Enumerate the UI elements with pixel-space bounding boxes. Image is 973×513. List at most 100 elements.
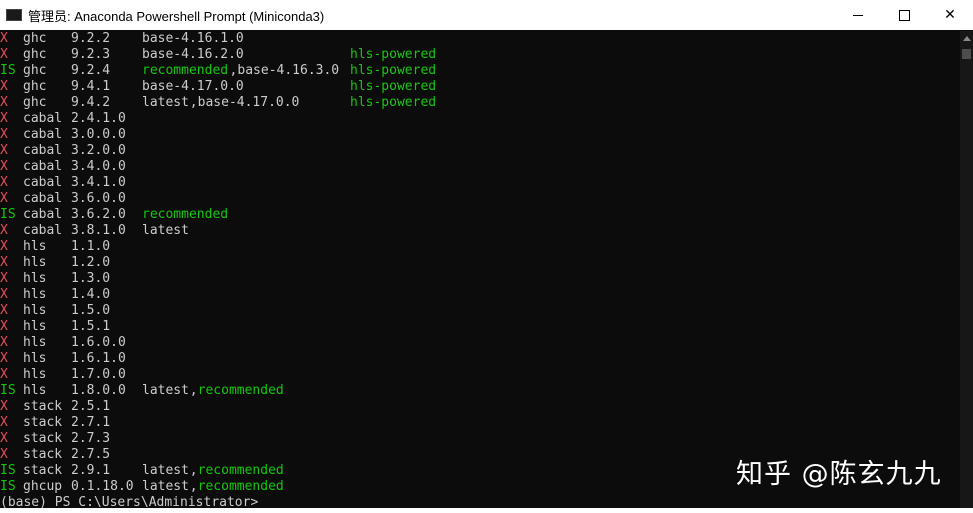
tool-version: 1.1.0 — [71, 239, 111, 254]
tool-name: hls — [23, 239, 47, 254]
tool-version: 9.4.2 — [71, 95, 111, 110]
tool-version: 3.0.0.0 — [71, 127, 126, 142]
install-status-mark: X — [0, 287, 8, 302]
tool-name: ghcup — [23, 479, 63, 494]
tool-name: hls — [23, 271, 47, 286]
terminal-line: Xghc 9.2.2 base-4.16.1.0 — [0, 31, 960, 47]
close-icon: ✕ — [944, 7, 956, 23]
tool-name: hls — [23, 383, 47, 398]
terminal-line: Xhls 1.5.1 — [0, 319, 960, 335]
version-tag: recommended — [197, 479, 284, 494]
terminal-output[interactable]: Xghc 9.2.2 base-4.16.1.0 Xghc 9.2.3 base-4.16… — [0, 31, 960, 513]
tool-version: 3.4.0.0 — [71, 159, 126, 174]
tool-version: 1.7.0.0 — [71, 367, 126, 382]
install-status-mark: X — [0, 351, 8, 366]
tool-version: 2.7.1 — [71, 415, 111, 430]
vertical-scrollbar[interactable] — [960, 31, 973, 513]
scroll-up-arrow-icon[interactable] — [963, 36, 971, 41]
tool-version: 1.2.0 — [71, 255, 111, 270]
tool-version: 1.4.0 — [71, 287, 111, 302]
close-button[interactable]: ✕ — [927, 0, 973, 30]
tool-name: cabal — [23, 111, 63, 126]
minimize-button[interactable] — [835, 0, 881, 30]
terminal-line: Xcabal 2.4.1.0 — [0, 111, 960, 127]
install-status-mark: X — [0, 127, 8, 142]
terminal-line: Xghc 9.4.2 latest, base-4.17.0.0 hls-powered — [0, 95, 960, 111]
version-tag: recommended — [142, 63, 229, 78]
version-tag: , — [189, 95, 198, 110]
tool-version: 1.5.0 — [71, 303, 111, 318]
tool-version: 1.6.1.0 — [71, 351, 126, 366]
tool-name: ghc — [23, 47, 47, 62]
tool-version: 2.7.5 — [71, 447, 111, 462]
tool-name: hls — [23, 303, 47, 318]
tool-name: ghc — [23, 31, 47, 46]
install-status-mark: X — [0, 143, 8, 158]
tool-name: cabal — [23, 159, 63, 174]
hls-powered-label: hls-powered — [350, 63, 437, 78]
tool-name: hls — [23, 287, 47, 302]
title-bar[interactable]: 管理员: Anaconda Powershell Prompt (Minicon… — [0, 0, 973, 30]
maximize-icon — [898, 9, 910, 21]
tool-version: 3.6.2.0 — [71, 207, 126, 222]
install-status-mark: X — [0, 79, 8, 94]
tool-name: cabal — [23, 223, 63, 238]
tool-name: stack — [23, 399, 63, 414]
tool-version: 2.7.3 — [71, 431, 111, 446]
version-tag: base-4.16.3.0 — [237, 63, 340, 78]
terminal-line: IS cabal 3.6.2.0 recommended — [0, 207, 960, 223]
terminal-line: Xstack 2.7.3 — [0, 431, 960, 447]
tool-name: ghc — [23, 63, 47, 78]
version-tag: , — [189, 383, 198, 398]
install-status-mark: IS — [0, 479, 16, 494]
terminal-line: Xhls 1.3.0 — [0, 271, 960, 287]
terminal-line: Xhls 1.1.0 — [0, 239, 960, 255]
terminal-window: 管理员: Anaconda Powershell Prompt (Minicon… — [0, 0, 973, 513]
install-status-mark: X — [0, 415, 8, 430]
terminal-line: IS ghc 9.2.4 recommended, base-4.16.3.0 hls-p… — [0, 63, 960, 79]
tool-name: hls — [23, 351, 47, 366]
tool-version: 3.2.0.0 — [71, 143, 126, 158]
version-tag: base-4.16.2.0 — [142, 47, 244, 62]
version-tag: latest — [142, 479, 189, 494]
tool-name: cabal — [23, 191, 63, 206]
tool-name: hls — [23, 367, 47, 382]
terminal-line: IS hls 1.8.0.0 latest, recommended — [0, 383, 960, 399]
tool-name: hls — [23, 255, 47, 270]
tool-name: stack — [23, 431, 63, 446]
bottom-strip — [0, 508, 973, 513]
install-status-mark: X — [0, 319, 8, 334]
version-tag: , — [189, 463, 198, 478]
terminal-line: Xstack 2.5.1 — [0, 399, 960, 415]
version-tag: base-4.17.0.0 — [142, 79, 244, 94]
terminal-line: Xcabal 3.4.1.0 — [0, 175, 960, 191]
version-tag: recommended — [197, 383, 284, 398]
tool-name: cabal — [23, 143, 63, 158]
version-tag: latest — [142, 463, 189, 478]
scrollbar-thumb[interactable] — [962, 49, 971, 59]
maximize-button[interactable] — [881, 0, 927, 30]
tool-name: stack — [23, 447, 63, 462]
terminal-line: Xcabal 3.2.0.0 — [0, 143, 960, 159]
install-status-mark: X — [0, 255, 8, 270]
tool-name: cabal — [23, 175, 63, 190]
tool-version: 3.6.0.0 — [71, 191, 126, 206]
install-status-mark: X — [0, 31, 8, 46]
tool-name: cabal — [23, 127, 63, 142]
install-status-mark: IS — [0, 63, 16, 78]
tool-version: 9.2.3 — [71, 47, 111, 62]
tool-version: 9.2.2 — [71, 31, 111, 46]
terminal-line: Xhls 1.5.0 — [0, 303, 960, 319]
tool-version: 1.8.0.0 — [71, 383, 126, 398]
install-status-mark: X — [0, 303, 8, 318]
terminal-line: Xhls 1.2.0 — [0, 255, 960, 271]
tool-version: 2.9.1 — [71, 463, 111, 478]
version-tag: latest — [142, 95, 189, 110]
version-tag: base-4.17.0.0 — [197, 95, 300, 110]
install-status-mark: X — [0, 47, 8, 62]
terminal-line: Xhls 1.4.0 — [0, 287, 960, 303]
tool-version: 0.1.18.0 — [71, 479, 134, 494]
tool-name: stack — [23, 463, 63, 478]
version-tag: recommended — [197, 463, 284, 478]
tool-version: 1.3.0 — [71, 271, 111, 286]
